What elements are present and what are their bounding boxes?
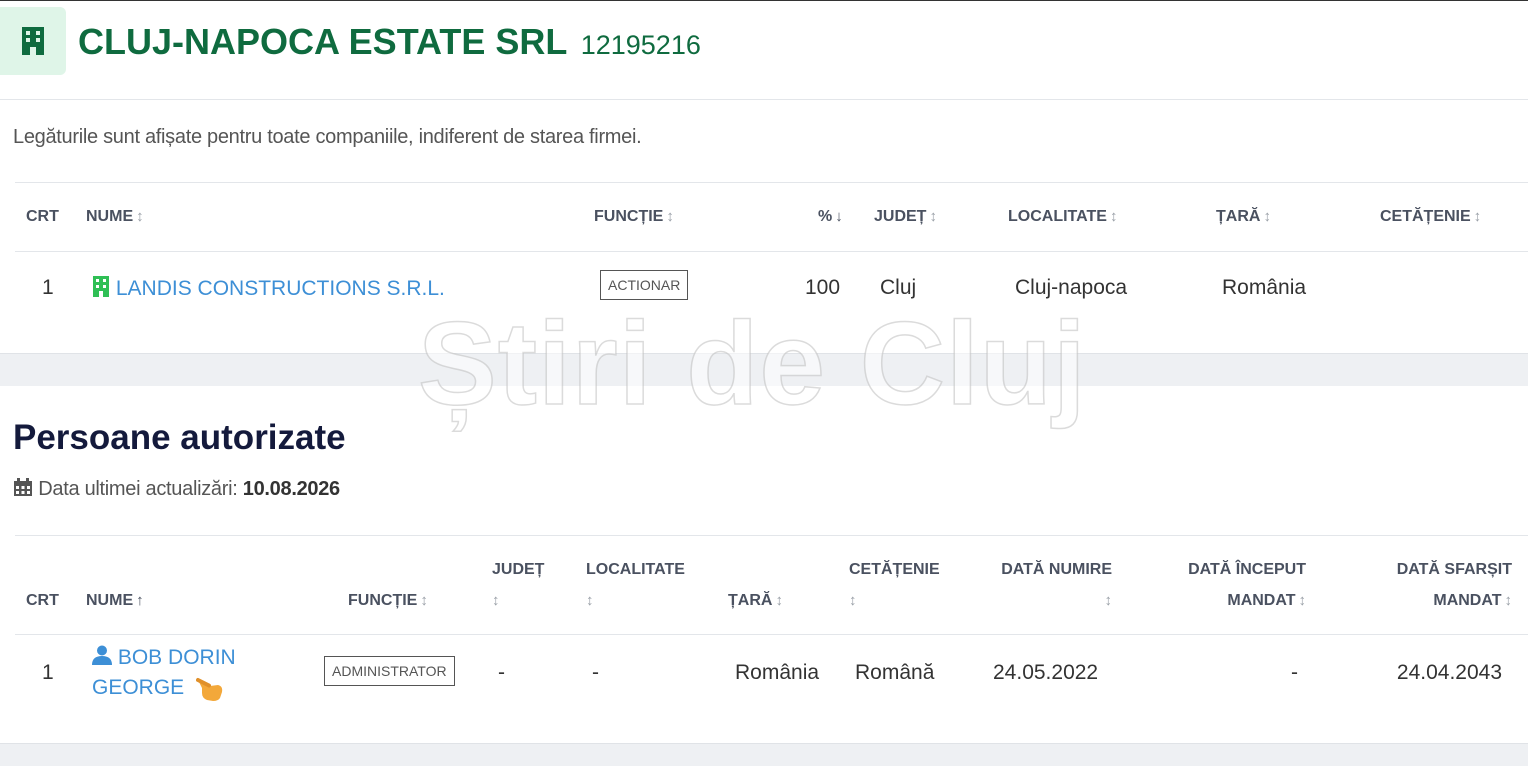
company-title: CLUJ-NAPOCA ESTATE SRL 12195216 xyxy=(78,21,701,63)
col-data-inceput[interactable]: DATĂ ÎNCEPUT MANDAT ↕ xyxy=(1160,554,1306,616)
sort-icon[interactable]: ↕ xyxy=(1105,592,1113,609)
col-localitate[interactable]: LOCALITATE ↕ xyxy=(586,554,685,616)
building-icon xyxy=(0,7,66,75)
links-card: Legăturile sunt afișate pentru toate com… xyxy=(0,100,1528,354)
col-tara[interactable]: ȚARĂ ↕ xyxy=(728,585,783,616)
user-icon xyxy=(92,645,112,665)
col-procent[interactable]: % ↓ xyxy=(818,208,843,226)
sort-icon[interactable]: ↕ xyxy=(775,592,783,609)
cell-procent: 100 xyxy=(805,276,841,299)
cell-judet: - xyxy=(498,661,505,684)
col-nume[interactable]: NUME ↕ xyxy=(86,208,144,226)
divider xyxy=(15,535,1528,536)
col-localitate[interactable]: LOCALITATE ↕ xyxy=(1008,208,1117,226)
col-functie[interactable]: FUNCȚIE ↕ xyxy=(594,208,674,226)
links-note: Legăturile sunt afișate pentru toate com… xyxy=(13,126,642,148)
divider xyxy=(15,182,1528,183)
sort-icon[interactable]: ↕ xyxy=(849,592,857,609)
col-judet[interactable]: JUDEȚ ↕ xyxy=(492,554,544,616)
col-data-sfarsit[interactable]: DATĂ SFARȘIT MANDAT ↕ xyxy=(1370,554,1512,616)
sort-icon[interactable]: ↕ xyxy=(1299,592,1307,609)
company-code: 12195216 xyxy=(580,30,701,60)
cell-judet: Cluj xyxy=(880,276,917,299)
company-link-label[interactable]: LANDIS CONSTRUCTIONS S.R.L. xyxy=(116,277,445,300)
person-link[interactable]: BOB DORIN GEORGE xyxy=(92,643,236,703)
col-data-numire[interactable]: DATĂ NUMIRE ↕ xyxy=(988,554,1112,616)
col-cetatenie[interactable]: CETĂȚENIE ↕ xyxy=(849,554,940,616)
cell-tara: România xyxy=(1222,276,1307,299)
update-date: 10.08.2026 xyxy=(242,478,340,500)
section-title: Persoane autorizate xyxy=(13,418,346,457)
sort-icon[interactable]: ↕ xyxy=(666,208,674,225)
cell-crt: 1 xyxy=(42,661,54,684)
divider xyxy=(15,634,1528,635)
sort-icon[interactable]: ↕ xyxy=(492,592,500,609)
divider xyxy=(15,251,1528,252)
sort-desc-icon[interactable]: ↓ xyxy=(835,208,843,225)
cell-data-inceput: - xyxy=(1291,661,1298,684)
col-nume[interactable]: NUME ↑ xyxy=(86,585,144,616)
col-functie[interactable]: FUNCȚIE ↕ xyxy=(348,585,428,616)
person-name-line2[interactable]: GEORGE xyxy=(92,676,184,699)
col-tara[interactable]: ȚARĂ ↕ xyxy=(1216,208,1271,226)
col-crt: CRT xyxy=(26,208,59,225)
cell-crt: 1 xyxy=(42,276,54,299)
building-icon xyxy=(93,276,109,297)
authorized-persons-card: Persoane autorizate Data ultimei actuali… xyxy=(0,386,1528,744)
cell-data-sfarsit: 24.04.2043 xyxy=(1396,661,1502,684)
sort-asc-icon[interactable]: ↑ xyxy=(136,592,144,609)
calendar-icon xyxy=(14,478,32,496)
function-badge: ACTIONAR xyxy=(600,270,689,300)
sort-icon[interactable]: ↕ xyxy=(1263,208,1271,225)
cell-localitate: - xyxy=(592,661,599,684)
sort-icon[interactable]: ↕ xyxy=(1505,592,1513,609)
update-label: Data ultimei actualizări: xyxy=(38,478,238,500)
sort-icon[interactable]: ↕ xyxy=(929,208,937,225)
sort-icon[interactable]: ↕ xyxy=(136,208,144,225)
cell-cetatenie: Română xyxy=(855,661,935,684)
cell-data-numire: 24.05.2022 xyxy=(993,661,1099,684)
col-judet[interactable]: JUDEȚ ↕ xyxy=(874,208,937,226)
person-name-line1[interactable]: BOB DORIN xyxy=(118,646,236,669)
company-link[interactable]: LANDIS CONSTRUCTIONS S.R.L. xyxy=(92,276,445,301)
cell-tara: România xyxy=(735,661,820,684)
sort-icon[interactable]: ↕ xyxy=(420,592,428,609)
function-badge: ADMINISTRATOR xyxy=(324,656,455,686)
col-cetatenie[interactable]: CETĂȚENIE ↕ xyxy=(1380,208,1481,226)
last-update: Data ultimei actualizări: 10.08.2026 xyxy=(13,478,340,501)
sort-icon[interactable]: ↕ xyxy=(586,592,594,609)
company-header: CLUJ-NAPOCA ESTATE SRL 12195216 xyxy=(0,0,1528,100)
sort-icon[interactable]: ↕ xyxy=(1110,208,1118,225)
sort-icon[interactable]: ↕ xyxy=(1474,208,1482,225)
company-name: CLUJ-NAPOCA ESTATE SRL xyxy=(78,21,567,62)
cell-localitate: Cluj-napoca xyxy=(1015,276,1128,299)
col-crt: CRT xyxy=(26,592,59,609)
pointing-hand-icon xyxy=(196,678,223,701)
